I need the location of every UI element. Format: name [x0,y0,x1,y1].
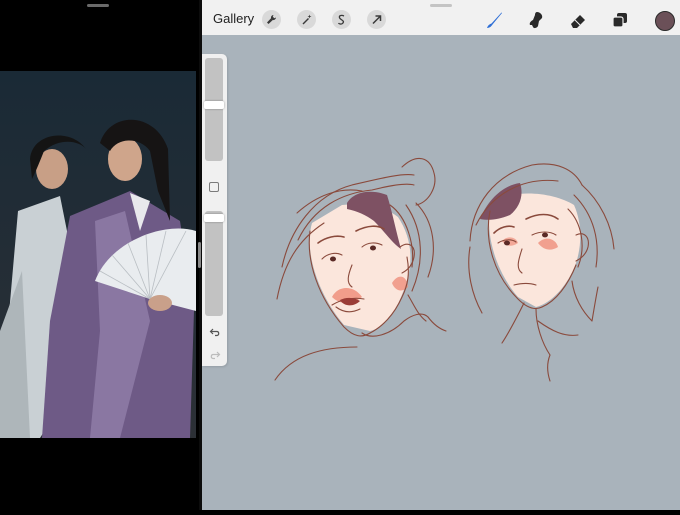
eraser-icon [571,15,585,28]
adjustments-button[interactable] [297,10,316,29]
drawing-canvas[interactable] [202,35,680,510]
smudge-icon [529,12,543,29]
layers-icon [612,13,627,28]
smudge-tool-button[interactable] [524,8,548,32]
split-view-handle[interactable] [87,4,109,7]
reference-photo-pane [0,0,199,510]
magic-wand-icon [302,14,312,25]
brush-tool-button[interactable] [482,8,506,32]
actions-button[interactable] [262,10,281,29]
wrench-icon [267,15,276,24]
split-divider-grip[interactable] [198,242,201,268]
sketch-layer [274,157,615,382]
color-picker-button[interactable] [655,11,675,31]
reference-photo [0,71,196,438]
face-sketch-2 [468,163,615,382]
drawing-app: Gallery [202,0,680,510]
face-sketch-1 [274,157,447,381]
selection-button[interactable] [332,10,351,29]
multitask-grabber[interactable] [430,4,452,7]
top-toolbar: Gallery [202,0,680,35]
layers-button[interactable] [608,8,632,32]
transform-button[interactable] [367,10,386,29]
gallery-button[interactable]: Gallery [213,11,254,26]
selection-icon [337,14,345,25]
transform-arrow-icon [372,15,382,25]
eraser-tool-button[interactable] [566,8,590,32]
brush-icon [487,12,502,28]
